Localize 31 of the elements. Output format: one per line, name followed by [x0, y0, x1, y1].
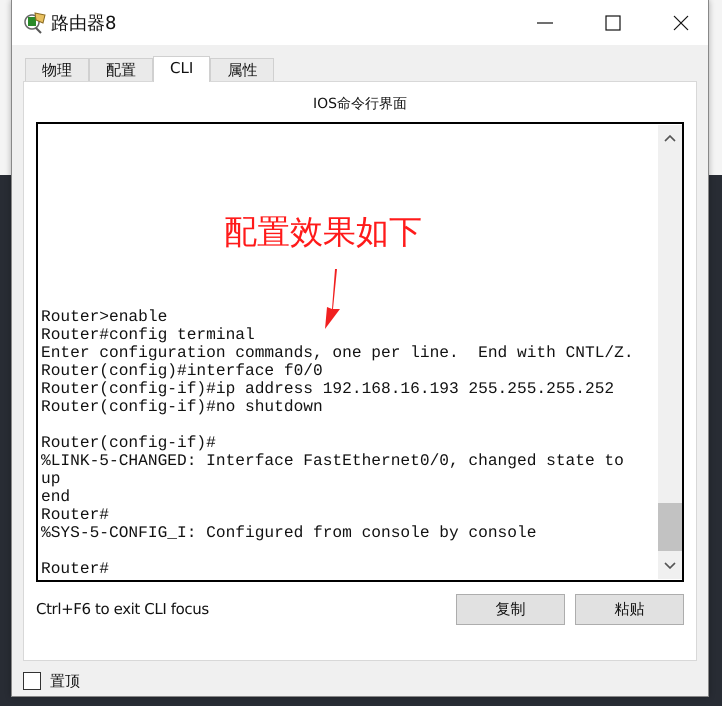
- terminal-console[interactable]: [36, 122, 684, 582]
- action-button[interactable]: 复制: [456, 594, 565, 624]
- router-icon: [23, 10, 47, 34]
- terminal-line: %LINK-5-CHANGED: Interface FastEthernet0/0, changed state to: [41, 452, 625, 470]
- tab[interactable]: 属性: [210, 58, 274, 81]
- hint-text: Ctrl+F6 to exit CLI focus: [36, 600, 209, 618]
- window-title: 路由器8: [51, 12, 116, 34]
- scroll-down-icon[interactable]: [663, 561, 677, 571]
- terminal-line: Router>enable: [41, 308, 168, 326]
- checkbox[interactable]: [23, 672, 41, 690]
- terminal-line: Router#: [41, 506, 110, 524]
- terminal-line: Router(config)#interface f0/0: [41, 362, 324, 380]
- terminal-line: end: [41, 488, 72, 506]
- action-button[interactable]: 粘贴: [575, 594, 684, 624]
- terminal-line: Router(config-if)#no shutdown: [41, 398, 324, 416]
- tab[interactable]: CLI: [153, 56, 210, 82]
- terminal-line: Router#config terminal: [41, 326, 256, 344]
- scroll-up-icon[interactable]: [663, 133, 677, 143]
- terminal-line: %SYS-5-CONFIG_I: Configured from console by console: [41, 524, 538, 542]
- terminal-line: Router#: [41, 560, 110, 578]
- panel-title: IOS命令行界面: [312, 95, 408, 114]
- terminal-line: up: [41, 470, 62, 488]
- tab[interactable]: 配置: [89, 58, 153, 81]
- annotation-text: 配置效果如下: [224, 211, 422, 253]
- terminal-line: Router(config-if)#: [41, 434, 217, 452]
- tab[interactable]: 物理: [25, 58, 89, 81]
- terminal-line: Router(config-if)#ip address 192.168.16.193 255.255.255.252: [41, 380, 616, 398]
- terminal-line: Enter configuration commands, one per line. End with CNTL/Z.: [41, 344, 635, 362]
- scrollbar[interactable]: [658, 125, 682, 579]
- scroll-thumb[interactable]: [658, 503, 682, 551]
- checkbox-label: 置顶: [50, 672, 80, 690]
